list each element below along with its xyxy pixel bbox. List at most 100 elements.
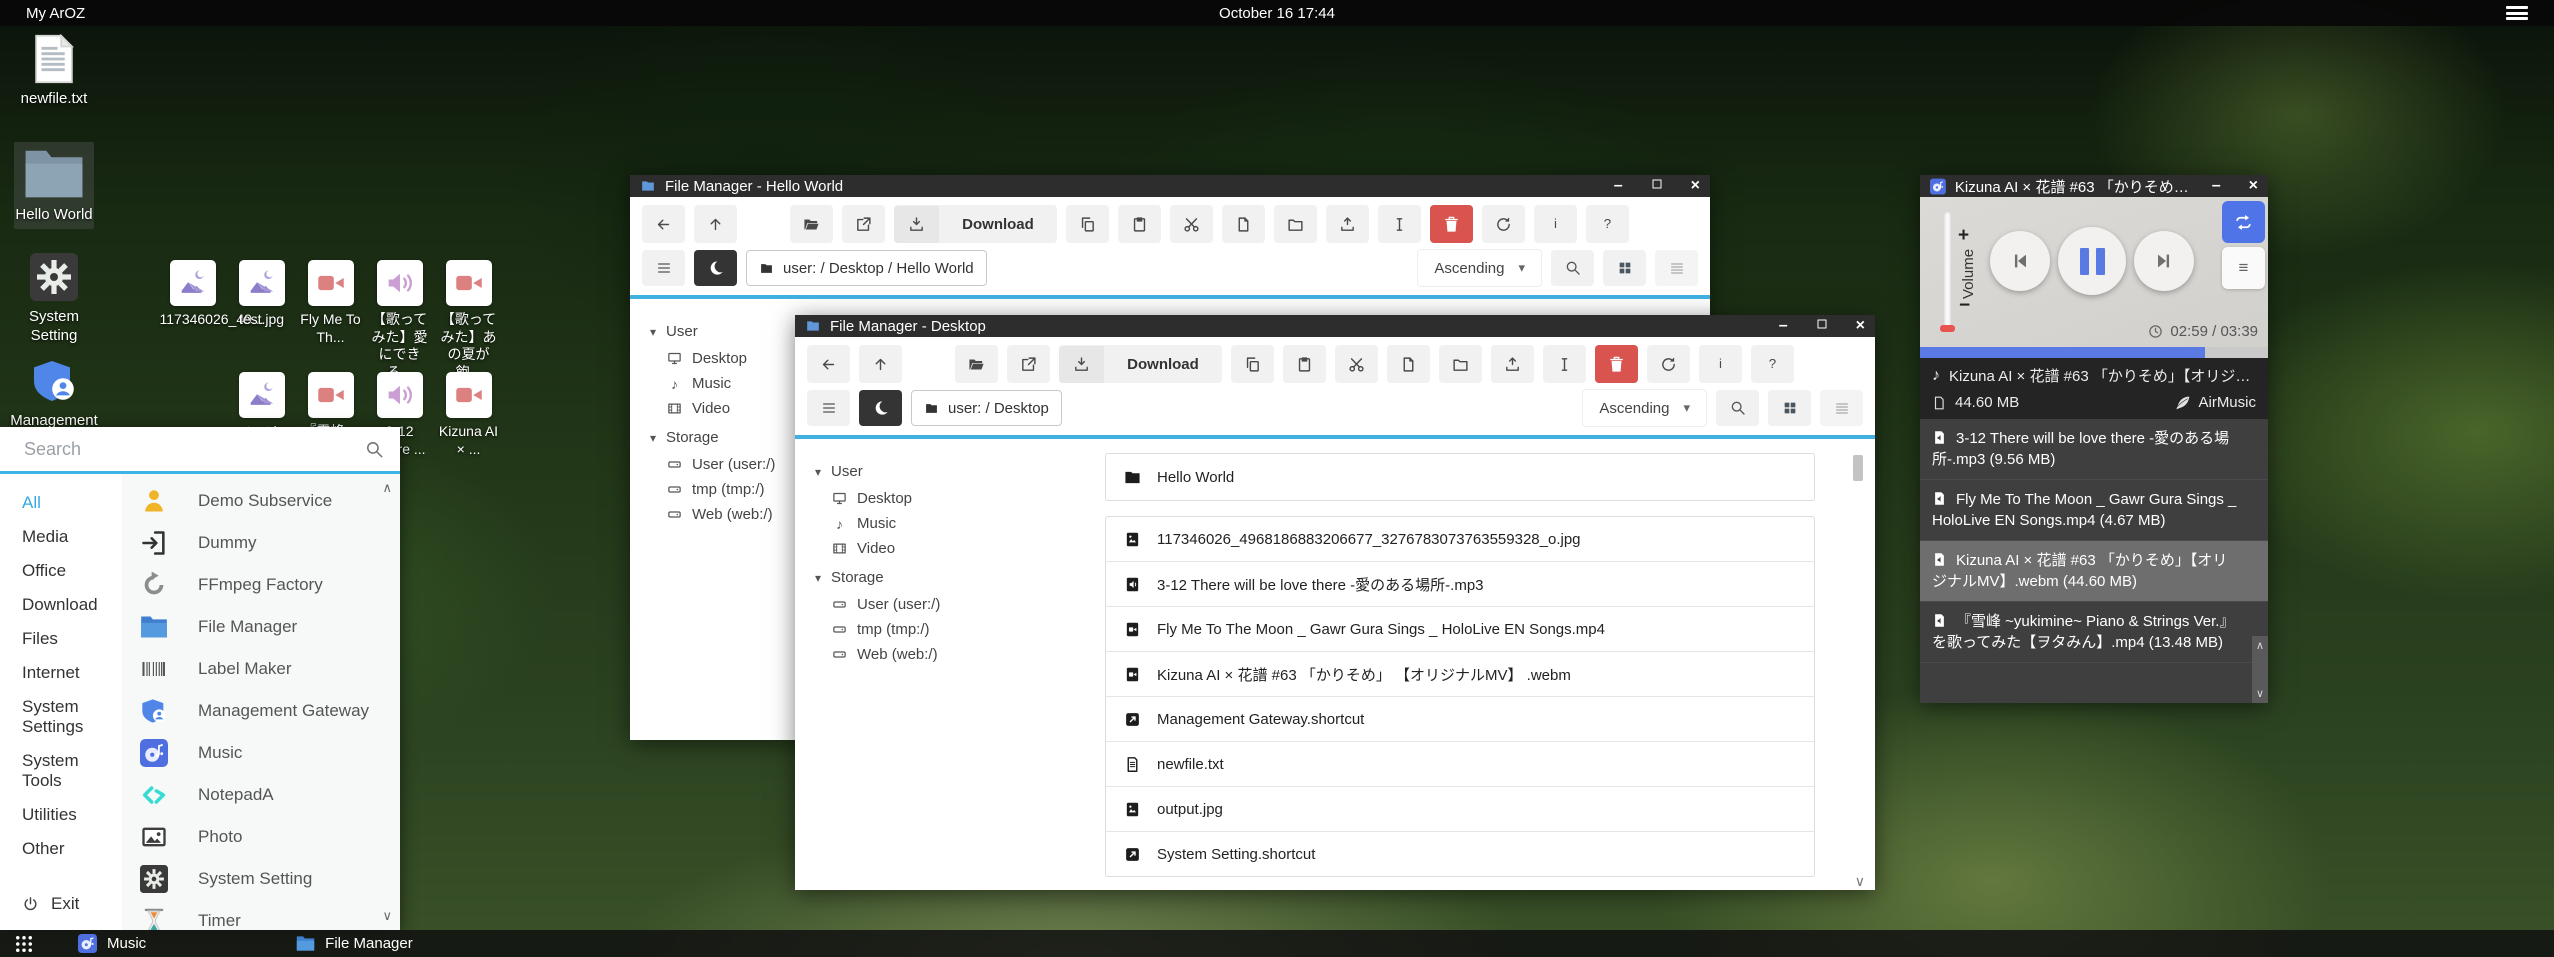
- maximize-button[interactable]: [1651, 178, 1663, 194]
- desktop-icon[interactable]: 117346026_49...: [160, 260, 226, 372]
- volume-up[interactable]: +: [1958, 225, 1969, 247]
- file-row[interactable]: Kizuna AI × 花譜 #63 「かりそめ」 【オリジナルMV】 .web…: [1106, 651, 1814, 696]
- file-row[interactable]: Fly Me To The Moon _ Gawr Gura Sings _ H…: [1106, 606, 1814, 651]
- file-row[interactable]: output.jpg: [1106, 786, 1814, 831]
- download-button[interactable]: Download: [894, 205, 1057, 243]
- close-button[interactable]: ×: [2249, 178, 2258, 194]
- volume-down[interactable]: −: [1959, 295, 1970, 317]
- next-track-button[interactable]: [2134, 231, 2194, 291]
- title-bar[interactable]: File Manager - Desktop – ×: [795, 315, 1875, 337]
- sidebar-section-storage[interactable]: ▾ Storage: [815, 569, 993, 586]
- new-file-button[interactable]: [1387, 345, 1430, 383]
- copy-button[interactable]: [1231, 345, 1274, 383]
- list-view-button[interactable]: [1655, 250, 1698, 286]
- close-button[interactable]: ×: [1856, 318, 1865, 334]
- search-input[interactable]: [22, 438, 365, 461]
- title-bar[interactable]: File Manager - Hello World – ×: [630, 175, 1710, 197]
- up-button[interactable]: [859, 345, 902, 383]
- app-item[interactable]: Photo: [122, 816, 400, 858]
- scroll-up-icon[interactable]: ∧: [2256, 639, 2264, 652]
- menu-category[interactable]: Files: [0, 622, 122, 656]
- scroll-up-icon[interactable]: ∧: [382, 480, 392, 496]
- file-row[interactable]: newfile.txt: [1106, 741, 1814, 786]
- app-item[interactable]: NotepadA: [122, 774, 400, 816]
- title-bar[interactable]: Kizuna AI × 花譜 #63 「かりそめ」 【... – ×: [1920, 175, 2268, 197]
- close-button[interactable]: ×: [1691, 178, 1700, 194]
- upload-button[interactable]: [1326, 205, 1369, 243]
- file-row[interactable]: 117346026_4968186883206677_3276783073763…: [1106, 517, 1814, 561]
- hamburger-button[interactable]: [642, 250, 685, 286]
- taskbar-item[interactable]: Music: [78, 934, 146, 953]
- sidebar-item[interactable]: ♪ Music: [815, 511, 993, 536]
- file-row[interactable]: System Setting.shortcut: [1106, 831, 1814, 876]
- app-grid-icon[interactable]: [14, 934, 34, 954]
- refresh-button[interactable]: [1647, 345, 1690, 383]
- info-button[interactable]: i: [1534, 205, 1577, 243]
- sort-dropdown[interactable]: Ascending ▾: [1582, 389, 1707, 427]
- delete-button[interactable]: [1430, 205, 1473, 243]
- scrollbar-thumb[interactable]: [1853, 455, 1863, 481]
- hamburger-button[interactable]: [807, 390, 850, 426]
- desktop-icon[interactable]: 【歌ってみた】あの夏が飽...: [436, 260, 502, 372]
- scroll-down-icon[interactable]: ∨: [2256, 687, 2264, 700]
- sidebar-item[interactable]: Video: [815, 536, 993, 561]
- repeat-button[interactable]: [2222, 201, 2265, 243]
- scroll-down-icon[interactable]: ∨: [1855, 873, 1865, 890]
- taskbar-item[interactable]: File Manager: [296, 934, 413, 953]
- desktop-icon[interactable]: test.jpg: [229, 260, 295, 372]
- download-button[interactable]: Download: [1059, 345, 1222, 383]
- refresh-button[interactable]: [1482, 205, 1525, 243]
- menu-category[interactable]: System Settings: [0, 690, 122, 744]
- desktop-icon-newfile[interactable]: newfile.txt: [8, 34, 100, 109]
- playlist-item[interactable]: 3-12 There will be love there -愛のある場所-.m…: [1920, 419, 2268, 480]
- sidebar-item[interactable]: Web (web:/): [815, 642, 993, 667]
- search-icon[interactable]: [365, 440, 384, 459]
- menu-category[interactable]: Utilities: [0, 798, 122, 832]
- menu-category[interactable]: Download: [0, 588, 122, 622]
- playlist-scrollbar[interactable]: ∧ ∨: [2252, 636, 2268, 703]
- new-folder-button[interactable]: [1439, 345, 1482, 383]
- open-button[interactable]: [955, 345, 998, 383]
- sidebar-item[interactable]: tmp (tmp:/): [815, 617, 993, 642]
- folder-row[interactable]: Hello World: [1105, 453, 1815, 501]
- search-button[interactable]: [1716, 390, 1759, 426]
- open-in-new-button[interactable]: [1007, 345, 1050, 383]
- volume-thumb[interactable]: [1940, 325, 1955, 332]
- volume-slider[interactable]: [1944, 211, 1951, 331]
- breadcrumb[interactable]: user: / Desktop: [911, 390, 1062, 426]
- open-in-new-button[interactable]: [842, 205, 885, 243]
- playlist-item[interactable]: 『雪峰 ~yukimine~ Piano & Strings Ver.』を歌って…: [1920, 602, 2268, 663]
- desktop-icon[interactable]: Fly Me To Th...: [298, 260, 364, 372]
- cut-button[interactable]: [1335, 345, 1378, 383]
- app-item[interactable]: File Manager: [122, 606, 400, 648]
- desktop-icon-hello-world[interactable]: Hello World: [14, 142, 94, 229]
- sidebar-item[interactable]: Desktop: [815, 486, 993, 511]
- file-row[interactable]: 3-12 There will be love there -愛のある場所-.m…: [1106, 561, 1814, 606]
- grid-view-button[interactable]: [1603, 250, 1646, 286]
- airmusic-badge[interactable]: AirMusic: [2175, 394, 2256, 411]
- menu-category[interactable]: Media: [0, 520, 122, 554]
- menu-category[interactable]: Internet: [0, 656, 122, 690]
- maximize-button[interactable]: [1816, 318, 1828, 334]
- up-button[interactable]: [694, 205, 737, 243]
- desktop-icon-system-setting[interactable]: System Setting: [8, 252, 100, 345]
- scroll-down-icon[interactable]: ∨: [382, 908, 392, 924]
- app-item[interactable]: Dummy: [122, 522, 400, 564]
- sort-dropdown[interactable]: Ascending ▾: [1417, 249, 1542, 287]
- menu-category[interactable]: Other: [0, 832, 122, 866]
- list-view-button[interactable]: [1820, 390, 1863, 426]
- app-item[interactable]: System Setting: [122, 858, 400, 900]
- pause-button[interactable]: [2058, 227, 2126, 295]
- sidebar-item[interactable]: User (user:/): [815, 592, 993, 617]
- playlist-item[interactable]: Fly Me To The Moon _ Gawr Gura Sings _ H…: [1920, 480, 2268, 541]
- app-item[interactable]: Demo Subservice: [122, 480, 400, 522]
- desktop-icon[interactable]: 【歌ってみた】愛にできる...: [367, 260, 433, 372]
- file-row[interactable]: Management Gateway.shortcut: [1106, 696, 1814, 741]
- upload-button[interactable]: [1491, 345, 1534, 383]
- minimize-button[interactable]: –: [1614, 178, 1623, 194]
- minimize-button[interactable]: –: [1779, 318, 1788, 334]
- help-button[interactable]: ?: [1751, 345, 1794, 383]
- info-button[interactable]: i: [1699, 345, 1742, 383]
- back-button[interactable]: [642, 205, 685, 243]
- sidebar-section-user[interactable]: ▾ User: [815, 463, 993, 480]
